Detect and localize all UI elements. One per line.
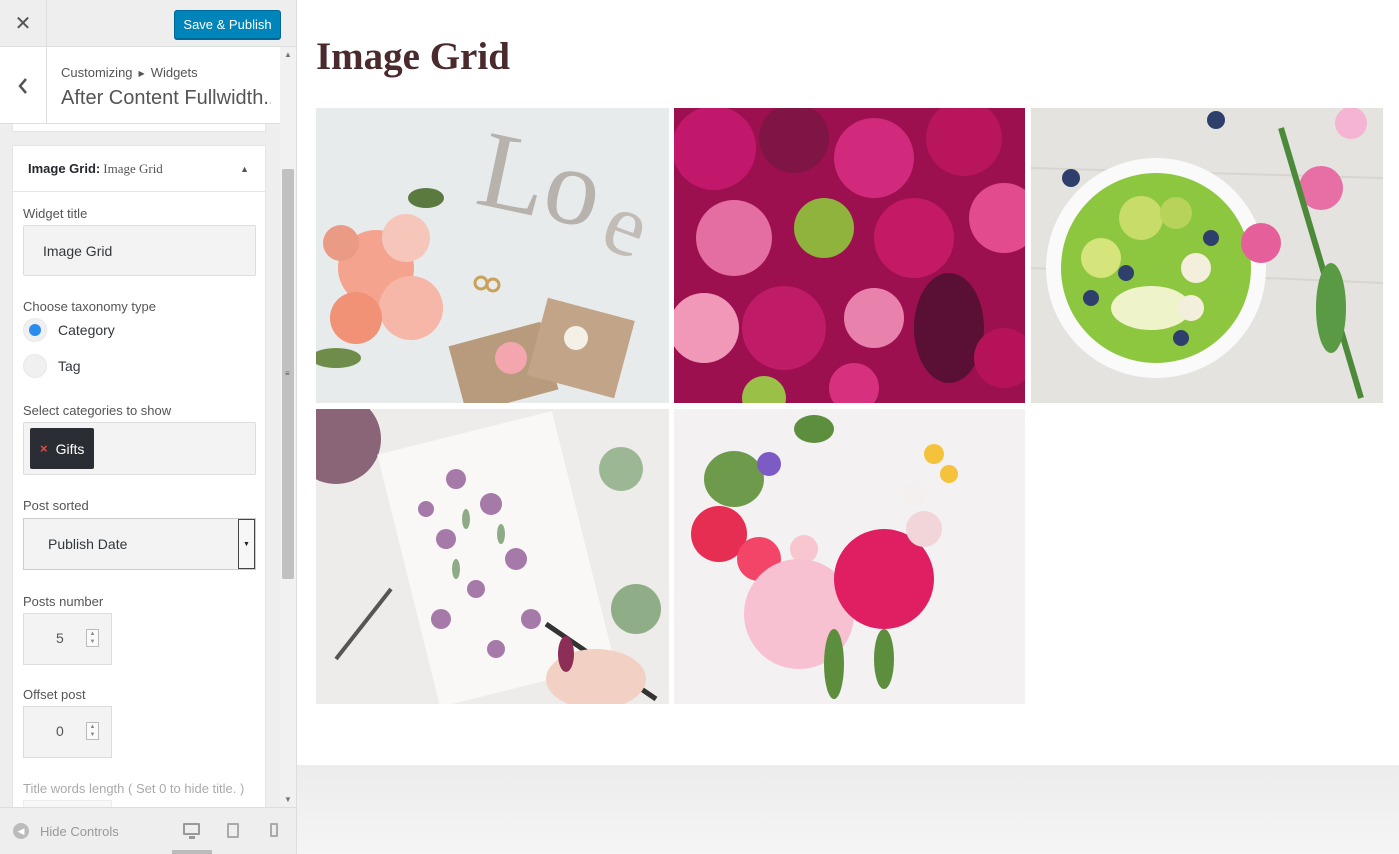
customizer-footer: ◀ Hide Controls	[0, 807, 296, 854]
sidebar-scrollbar[interactable]: ▲ ≡ ▼	[280, 47, 296, 807]
grid-image-pink-flowers[interactable]	[674, 108, 1025, 403]
collapse-arrow-icon[interactable]: ▲	[240, 164, 249, 174]
preview-title: Image Grid	[316, 35, 510, 78]
widget-header-title: Image Grid	[103, 160, 163, 176]
posts-number-value: 5	[56, 630, 64, 646]
tablet-icon[interactable]	[227, 823, 239, 838]
previous-widget-edge	[12, 124, 266, 132]
hide-controls-button[interactable]: ◀ Hide Controls	[13, 823, 119, 839]
radio-button-checked[interactable]	[23, 318, 47, 342]
category-tag: × Gifts	[30, 428, 95, 469]
remove-tag-icon[interactable]: ×	[40, 441, 48, 456]
widget-header[interactable]: Image Grid: Image Grid ▲	[13, 146, 265, 192]
posts-number-stepper[interactable]: 5 ▲ ▼	[23, 613, 112, 665]
chevron-down-icon[interactable]: ▼	[238, 519, 255, 569]
save-publish-button[interactable]: Save & Publish	[174, 10, 281, 39]
category-tag-label: Gifts	[55, 440, 85, 457]
grid-image-love-letters[interactable]: Lo e	[316, 108, 669, 403]
panel-header: Customizing ▶ Widgets After Content Fullwi…	[0, 47, 280, 124]
image-grid-widget: Image Grid: Image Grid ▲ Widget title Im…	[12, 145, 266, 820]
scrollbar-thumb[interactable]: ≡	[282, 169, 294, 579]
breadcrumb-arrow-icon: ▶	[138, 69, 145, 79]
offset-post-stepper[interactable]: 0 ▲ ▼	[23, 706, 112, 758]
arrow-left-circle-icon: ◀	[13, 823, 29, 839]
scroll-down-icon[interactable]: ▼	[284, 795, 292, 804]
radio-category[interactable]: Category	[23, 318, 115, 342]
offset-post-label: Offset post	[23, 687, 86, 702]
svg-text:Lo: Lo	[468, 108, 613, 252]
grid-image-watercolor[interactable]	[316, 409, 669, 704]
scroll-up-icon[interactable]: ▲	[284, 50, 292, 59]
site-preview: Image Grid Lo e	[297, 0, 1399, 854]
close-icon[interactable]: ✕	[0, 0, 47, 47]
widget-title-input[interactable]: Image Grid	[23, 225, 256, 276]
panel-title: After Content Fullwidth...	[61, 87, 271, 109]
desktop-icon[interactable]	[183, 823, 200, 839]
categories-select[interactable]: × Gifts	[23, 422, 256, 475]
breadcrumb: Customizing ▶ Widgets	[61, 65, 198, 80]
radio-button[interactable]	[23, 354, 47, 378]
grid-image-flower-heart[interactable]	[674, 409, 1025, 704]
hide-controls-label: Hide Controls	[40, 823, 119, 839]
radio-category-label: Category	[58, 322, 115, 338]
customizer-sidebar: ✕ Save & Publish Customizing ▶ Widgets Aft…	[0, 0, 297, 854]
mobile-icon[interactable]	[270, 823, 278, 837]
grid-image-smoothie-bowl[interactable]	[1031, 108, 1383, 403]
breadcrumb-root: Customizing	[61, 65, 133, 80]
spinner-icon[interactable]: ▲ ▼	[86, 629, 99, 647]
sort-label: Post sorted	[23, 498, 89, 513]
radio-tag-label: Tag	[58, 358, 81, 374]
sort-select[interactable]: Publish Date ▼	[23, 518, 256, 570]
taxonomy-label: Choose taxonomy type	[23, 299, 156, 314]
widget-title-label: Widget title	[23, 206, 88, 221]
widget-type: Image Grid:	[28, 161, 101, 176]
title-words-label: Title words length ( Set 0 to hide title…	[23, 781, 245, 796]
customizer-topbar: ✕ Save & Publish	[0, 0, 296, 47]
breadcrumb-section: Widgets	[150, 65, 198, 80]
offset-post-value: 0	[56, 723, 64, 739]
radio-tag[interactable]: Tag	[23, 354, 81, 378]
back-icon[interactable]	[0, 47, 47, 124]
scroll-grip-icon: ≡	[285, 369, 290, 378]
sort-select-value: Publish Date	[48, 536, 128, 552]
categories-label: Select categories to show	[23, 403, 172, 418]
active-device-indicator	[172, 850, 212, 854]
preview-footer	[297, 765, 1399, 854]
posts-number-label: Posts number	[23, 594, 104, 609]
spinner-icon[interactable]: ▲ ▼	[86, 722, 99, 740]
